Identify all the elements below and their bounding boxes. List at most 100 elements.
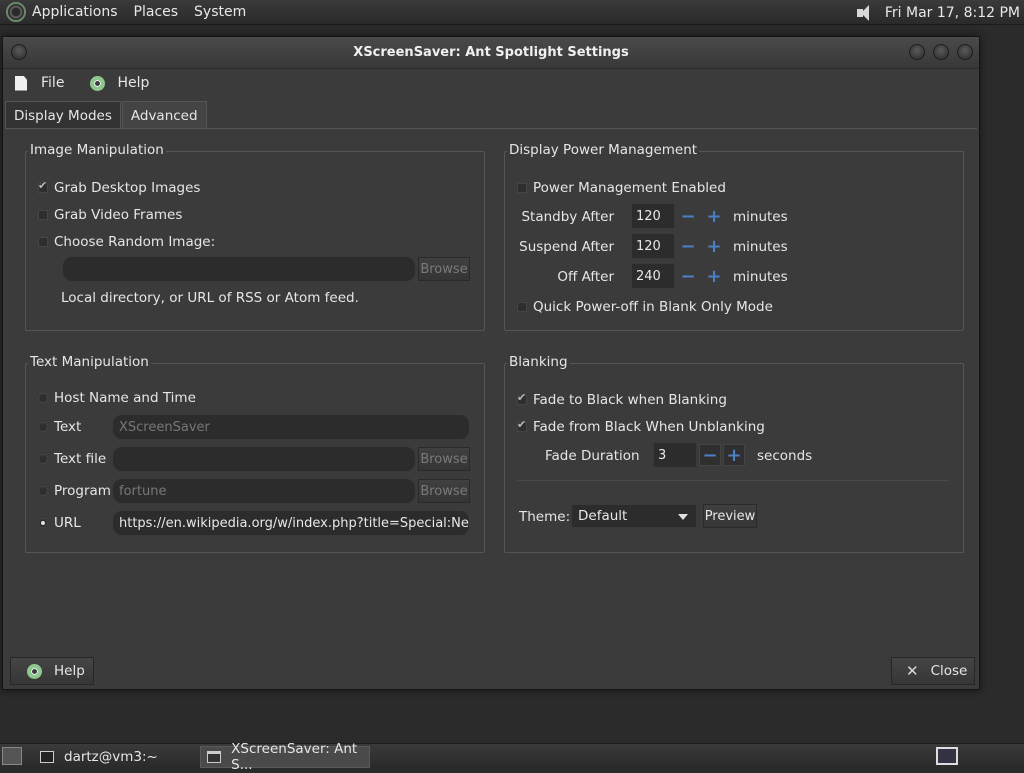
tab-display-modes[interactable]: Display Modes	[5, 101, 121, 129]
off-input[interactable]: 240	[631, 263, 675, 289]
workspace-switcher-icon[interactable]	[936, 747, 958, 765]
standby-decrement-button[interactable]: −	[677, 205, 699, 227]
tab-bar: Display Modes Advanced	[5, 101, 208, 129]
program-input[interactable]: fortune	[112, 478, 416, 504]
close-window-button[interactable]	[957, 44, 973, 60]
url-row[interactable]: URL	[38, 515, 81, 531]
fade-duration-input[interactable]: 3	[653, 442, 697, 468]
file-icon	[15, 75, 27, 91]
clock[interactable]: Fri Mar 17, 8:12 PM	[885, 5, 1020, 21]
help-menu[interactable]: Help	[90, 75, 149, 91]
taskbar-item-xscreensaver[interactable]: XScreenSaver: Ant S...	[200, 741, 370, 773]
text-input[interactable]: XScreenSaver	[112, 414, 470, 440]
power-enabled-checkbox[interactable]	[517, 183, 527, 193]
fade-to-black-checkbox[interactable]	[517, 391, 527, 405]
grab-video-checkbox[interactable]	[38, 210, 48, 220]
image-manipulation-frame: Image Manipulation Grab Desktop Images G…	[25, 142, 485, 331]
text-file-radio[interactable]	[38, 454, 48, 464]
fade-from-black-checkbox[interactable]	[517, 418, 527, 432]
preview-button[interactable]: Preview	[703, 504, 757, 528]
grab-video-label: Grab Video Frames	[54, 207, 183, 223]
text-manipulation-frame: Text Manipulation Host Name and Time Tex…	[25, 354, 485, 553]
standby-input[interactable]: 120	[631, 203, 675, 229]
quick-off-label: Quick Power-off in Blank Only Mode	[533, 299, 773, 315]
close-button-label: Close	[930, 663, 968, 679]
choose-random-label: Choose Random Image:	[54, 234, 216, 250]
fade-duration-increment-button[interactable]: +	[723, 444, 745, 466]
host-name-row[interactable]: Host Name and Time	[38, 390, 196, 406]
help-icon	[90, 75, 106, 91]
grab-video-row[interactable]: Grab Video Frames	[38, 207, 182, 223]
image-manipulation-label: Image Manipulation	[28, 142, 166, 158]
fade-from-black-label: Fade from Black When Unblanking	[533, 419, 765, 435]
fade-duration-unit: seconds	[757, 448, 813, 464]
program-browse-button[interactable]: Browse	[418, 479, 470, 503]
host-name-label: Host Name and Time	[54, 390, 196, 406]
program-row[interactable]: Program	[38, 483, 111, 499]
theme-dropdown-value: Default	[578, 508, 628, 524]
image-browse-button[interactable]: Browse	[418, 257, 470, 281]
file-menu[interactable]: File	[15, 75, 64, 91]
image-directory-input[interactable]	[62, 256, 416, 282]
window-menu-button[interactable]	[11, 44, 27, 60]
host-name-radio[interactable]	[38, 393, 48, 403]
help-menu-label: Help	[117, 75, 150, 91]
taskbar-item-terminal-label: dartz@vm3:~	[64, 749, 158, 765]
text-file-label: Text file	[54, 451, 107, 467]
standby-unit: minutes	[733, 209, 788, 225]
fade-to-black-row[interactable]: Fade to Black when Blanking	[517, 391, 727, 408]
url-input[interactable]: https://en.wikipedia.org/w/index.php?tit…	[112, 510, 470, 536]
applications-menu[interactable]: Applications	[32, 4, 118, 20]
volume-icon[interactable]	[855, 4, 877, 22]
help-icon	[27, 663, 42, 679]
choose-random-checkbox[interactable]	[38, 237, 48, 247]
theme-dropdown[interactable]: Default	[571, 504, 697, 528]
fade-from-black-row[interactable]: Fade from Black When Unblanking	[517, 418, 765, 435]
suspend-input[interactable]: 120	[631, 233, 675, 259]
maximize-button[interactable]	[933, 44, 949, 60]
window-icon	[207, 751, 222, 763]
url-label: URL	[54, 515, 81, 531]
places-menu[interactable]: Places	[134, 4, 179, 20]
fade-duration-decrement-button[interactable]: −	[699, 444, 721, 466]
grab-desktop-row[interactable]: Grab Desktop Images	[38, 179, 200, 196]
help-button-label: Help	[54, 663, 85, 679]
quick-off-checkbox[interactable]	[517, 302, 527, 312]
show-desktop-icon[interactable]	[2, 747, 22, 765]
text-file-row[interactable]: Text file	[38, 451, 106, 467]
terminal-icon	[40, 751, 54, 763]
blanking-label: Blanking	[507, 354, 570, 370]
blanking-separator	[517, 480, 949, 481]
suspend-decrement-button[interactable]: −	[677, 235, 699, 257]
standby-label: Standby After	[521, 209, 614, 225]
text-file-browse-button[interactable]: Browse	[418, 447, 470, 471]
close-button[interactable]: ✕ Close	[891, 657, 975, 685]
text-file-input[interactable]	[112, 446, 416, 472]
taskbar-item-terminal[interactable]: dartz@vm3:~	[34, 746, 194, 768]
system-menu[interactable]: System	[194, 4, 246, 20]
suspend-increment-button[interactable]: +	[703, 235, 725, 257]
dropdown-arrow-icon	[678, 514, 688, 520]
standby-increment-button[interactable]: +	[703, 205, 725, 227]
off-unit: minutes	[733, 269, 788, 285]
suspend-unit: minutes	[733, 239, 788, 255]
power-enabled-row[interactable]: Power Management Enabled	[517, 180, 726, 196]
power-management-label: Display Power Management	[507, 142, 700, 158]
quick-off-row[interactable]: Quick Power-off in Blank Only Mode	[517, 299, 773, 315]
menubar: File Help	[3, 69, 979, 97]
program-radio[interactable]	[38, 486, 48, 496]
url-radio[interactable]	[38, 518, 48, 528]
choose-random-row[interactable]: Choose Random Image:	[38, 234, 215, 250]
text-radio[interactable]	[38, 422, 48, 432]
tab-advanced[interactable]: Advanced	[121, 101, 207, 129]
text-row[interactable]: Text	[38, 419, 81, 435]
off-decrement-button[interactable]: −	[677, 265, 699, 287]
window-titlebar[interactable]: XScreenSaver: Ant Spotlight Settings	[3, 37, 979, 69]
help-button[interactable]: Help	[10, 657, 94, 685]
settings-window: XScreenSaver: Ant Spotlight Settings Fil…	[2, 36, 980, 690]
off-increment-button[interactable]: +	[703, 265, 725, 287]
minimize-button[interactable]	[909, 44, 925, 60]
gnome-foot-icon[interactable]	[6, 2, 26, 22]
program-label: Program	[54, 483, 111, 499]
grab-desktop-checkbox[interactable]	[38, 179, 48, 193]
